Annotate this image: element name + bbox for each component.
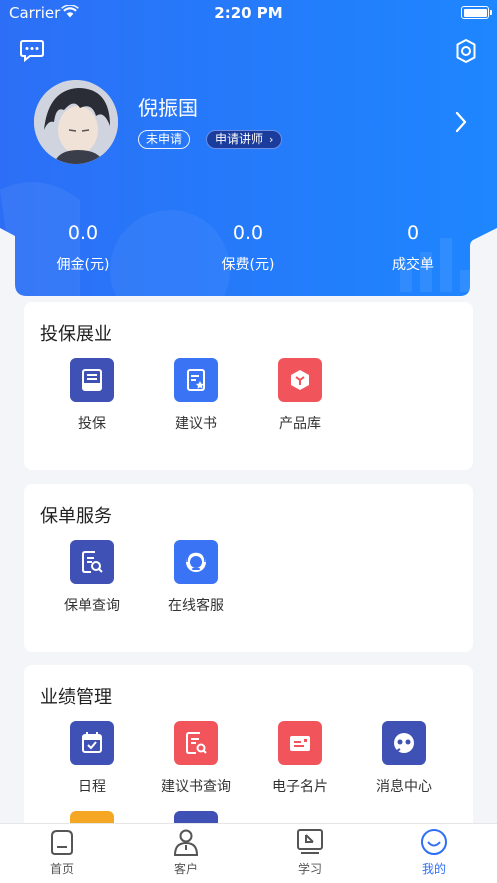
stat-deals[interactable]: 0 成交单: [338, 222, 488, 274]
apply-lecturer-button[interactable]: 申请讲师 ›: [206, 130, 283, 149]
tab-label: 首页: [49, 862, 74, 876]
message-center-icon: [382, 721, 426, 765]
item-customer-service[interactable]: 在线客服: [144, 540, 248, 615]
item-label: 在线客服: [168, 598, 224, 614]
mine-icon: [421, 829, 447, 855]
insure-icon: [70, 358, 114, 402]
tab-bar: 首页 客户 学习 我的: [0, 823, 497, 883]
stat-commission[interactable]: 0.0 佣金(元): [8, 222, 158, 274]
item-policy-search[interactable]: 保单查询: [40, 540, 144, 615]
item-product-library[interactable]: 产品库: [248, 358, 352, 433]
stat-label: 佣金(元): [56, 257, 110, 273]
item-business-card[interactable]: 电子名片: [248, 721, 352, 796]
tab-mine[interactable]: 我的: [372, 824, 496, 883]
battery-icon: [461, 6, 492, 19]
item-message-center[interactable]: 消息中心: [352, 721, 456, 796]
business-card-icon: [278, 721, 322, 765]
application-status-badge: 未申请: [138, 130, 191, 149]
message-icon[interactable]: [19, 39, 45, 63]
proposal-search-icon: [174, 721, 218, 765]
apply-lecturer-label: 申请讲师: [215, 132, 264, 146]
clock: 2:20 PM: [214, 4, 283, 22]
avatar[interactable]: [34, 80, 118, 164]
profile-arrow-icon[interactable]: [454, 110, 468, 134]
tab-label: 客户: [173, 862, 198, 876]
stat-value: 0: [406, 222, 420, 244]
stat-label: 成交单: [392, 257, 434, 273]
section-insurance-sales: 投保展业 投保 建议书 产品库: [24, 302, 473, 470]
item-label: 建议书: [175, 416, 217, 432]
item-proposal[interactable]: 建议书: [144, 358, 248, 433]
item-proposal-search[interactable]: 建议书查询: [144, 721, 248, 796]
tab-home[interactable]: 首页: [0, 824, 124, 883]
item-label: 投保: [78, 416, 106, 432]
proposal-icon: [174, 358, 218, 402]
profile-header: Carrier 2:20 PM 倪振国 未申请 申请讲师 › 0.0 佣金(元)…: [0, 0, 497, 300]
stat-value: 0.0: [67, 222, 99, 244]
section-title: 保单服务: [40, 506, 112, 527]
customer-service-icon: [174, 540, 218, 584]
tab-label: 我的: [421, 862, 446, 876]
product-library-icon: [278, 358, 322, 402]
item-label: 保单查询: [64, 598, 120, 614]
stat-premium[interactable]: 0.0 保费(元): [173, 222, 323, 274]
study-icon: [297, 829, 323, 854]
tab-customer[interactable]: 客户: [124, 824, 248, 883]
item-insure[interactable]: 投保: [40, 358, 144, 433]
user-name: 倪振国: [138, 96, 198, 120]
tab-study[interactable]: 学习: [248, 824, 372, 883]
item-label: 电子名片: [272, 779, 328, 795]
policy-search-icon: [70, 540, 114, 584]
item-label: 日程: [78, 779, 106, 795]
calendar-icon: [70, 721, 114, 765]
tab-label: 学习: [297, 862, 322, 876]
status-bar: Carrier 2:20 PM: [0, 0, 497, 26]
settings-icon[interactable]: [453, 38, 479, 64]
customer-icon: [173, 829, 199, 856]
stat-value: 0.0: [232, 222, 264, 244]
item-label: 产品库: [279, 416, 321, 432]
section-title: 业绩管理: [40, 687, 112, 708]
item-calendar[interactable]: 日程: [40, 721, 144, 796]
stat-label: 保费(元): [221, 257, 275, 273]
chevron-right-icon: ›: [269, 133, 274, 146]
home-icon: [51, 830, 73, 855]
section-title: 投保展业: [40, 324, 112, 345]
item-label: 建议书查询: [161, 779, 231, 795]
section-policy-service: 保单服务 保单查询 在线客服: [24, 484, 473, 652]
avatar-image: [34, 80, 118, 164]
item-label: 消息中心: [376, 779, 432, 795]
